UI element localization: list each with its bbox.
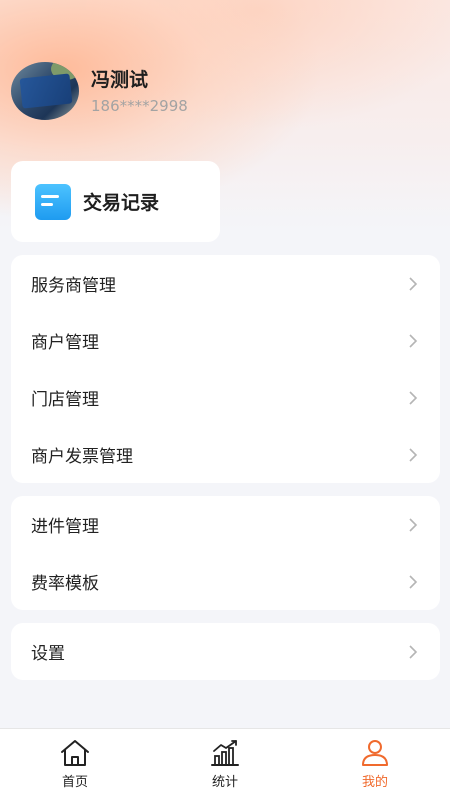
chevron-right-icon [409, 517, 418, 532]
home-icon [61, 740, 89, 766]
menu-item-settings[interactable]: 设置 [11, 623, 440, 680]
document-icon [35, 183, 75, 220]
chevron-right-icon [409, 447, 418, 462]
tab-label: 首页 [61, 775, 88, 790]
menu-item-label: 费率模板 [31, 574, 99, 594]
tab-label: 统计 [211, 775, 238, 790]
menu-item-label: 商户发票管理 [31, 447, 133, 467]
menu-item-label: 商户管理 [31, 333, 99, 353]
transaction-records-card[interactable]: 交易记录 [11, 161, 220, 242]
chevron-right-icon [409, 390, 418, 405]
tab-mine[interactable]: 我的 [300, 729, 450, 800]
tab-statistics[interactable]: 统计 [150, 729, 300, 800]
menu-item-rate-template[interactable]: 费率模板 [11, 553, 440, 610]
management-menu-card: 服务商管理 商户管理 门店管理 商户发票管理 [11, 255, 440, 483]
chevron-right-icon [409, 276, 418, 291]
menu-item-label: 进件管理 [31, 517, 99, 537]
menu-item-service-provider[interactable]: 服务商管理 [11, 255, 440, 312]
avatar-book [19, 73, 73, 109]
chart-icon [211, 740, 239, 766]
user-icon [362, 740, 388, 766]
avatar[interactable] [11, 62, 79, 120]
chevron-right-icon [409, 333, 418, 348]
menu-item-merchant-invoice[interactable]: 商户发票管理 [11, 426, 440, 483]
profile-info: 冯测试 186****2998 [91, 67, 188, 115]
menu-item-onboarding[interactable]: 进件管理 [11, 496, 440, 553]
menu-item-label: 设置 [31, 644, 65, 664]
profile-header[interactable]: 冯测试 186****2998 [11, 62, 188, 120]
settings-menu-card: 设置 [11, 623, 440, 680]
user-phone: 186****2998 [91, 97, 188, 115]
transaction-records-label: 交易记录 [83, 192, 160, 214]
menu-item-store[interactable]: 门店管理 [11, 369, 440, 426]
user-name: 冯测试 [91, 69, 149, 91]
menu-item-label: 服务商管理 [31, 276, 116, 296]
tab-label: 我的 [361, 775, 388, 790]
bottom-tab-bar: 首页 统计 我的 [0, 728, 450, 800]
menu-item-merchant[interactable]: 商户管理 [11, 312, 440, 369]
chevron-right-icon [409, 574, 418, 589]
onboarding-menu-card: 进件管理 费率模板 [11, 496, 440, 610]
chevron-right-icon [409, 644, 418, 659]
menu-item-label: 门店管理 [31, 390, 99, 410]
tab-home[interactable]: 首页 [0, 729, 150, 800]
